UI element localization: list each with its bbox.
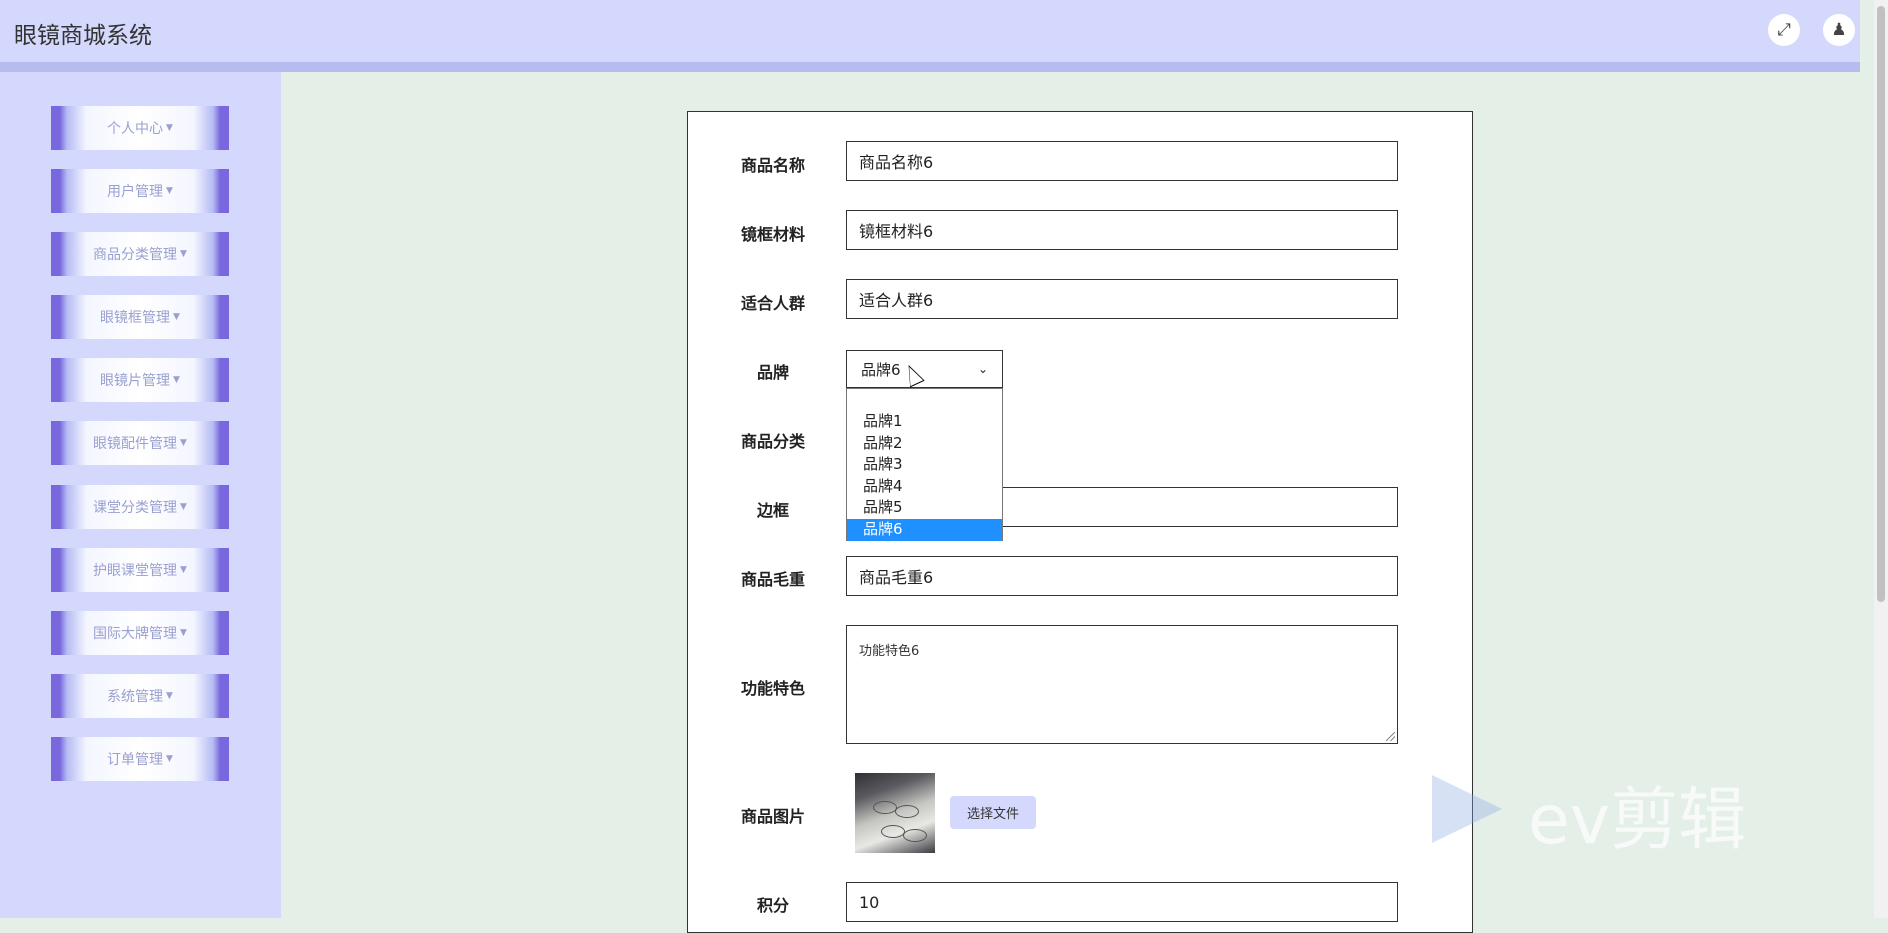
- brand-option-selected[interactable]: 品牌6: [847, 518, 1002, 541]
- caret-down-icon: ▼: [180, 438, 187, 448]
- glasses-lens-shape: [873, 801, 897, 814]
- label-brand: 品牌: [756, 363, 789, 382]
- label-gross-weight: 商品毛重: [740, 570, 805, 589]
- sidebar-item-product-category[interactable]: 商品分类管理 ▼: [51, 232, 229, 276]
- caret-down-icon: ▼: [173, 312, 180, 322]
- app-title: 眼镜商城系统: [14, 23, 152, 49]
- caret-down-icon: ▼: [166, 754, 173, 764]
- brand-select[interactable]: 品牌6 ⌄: [846, 350, 1003, 388]
- caret-down-icon: ▼: [180, 565, 187, 575]
- sidebar-item-orders[interactable]: 订单管理 ▼: [51, 737, 229, 781]
- caret-down-icon: ▼: [180, 628, 187, 638]
- brand-option[interactable]: 品牌3: [847, 454, 1002, 476]
- label-product-name: 商品名称: [740, 156, 805, 175]
- sidebar-item-users[interactable]: 用户管理 ▼: [51, 169, 229, 213]
- sidebar-item-personal-center[interactable]: 个人中心 ▼: [51, 106, 229, 150]
- brand-dropdown-list[interactable]: 品牌1 品牌2 品牌3 品牌4 品牌5 品牌6: [846, 388, 1003, 541]
- caret-down-icon: ▼: [173, 375, 180, 385]
- product-name-input[interactable]: 商品名称6: [846, 141, 1398, 181]
- choose-file-button[interactable]: 选择文件: [950, 796, 1036, 829]
- glasses-lens-shape: [895, 805, 919, 818]
- label-border: 边框: [756, 501, 789, 520]
- label-audience: 适合人群: [740, 294, 805, 313]
- watermark-text: ev剪辑: [1528, 781, 1747, 860]
- gross-weight-input[interactable]: 商品毛重6: [846, 556, 1398, 596]
- sidebar-item-international-brands[interactable]: 国际大牌管理 ▼: [51, 611, 229, 655]
- sidebar-item-eye-care-class[interactable]: 护眼课堂管理 ▼: [51, 548, 229, 592]
- brand-option[interactable]: 品牌4: [847, 476, 1002, 498]
- sidebar-item-lenses[interactable]: 眼镜片管理 ▼: [51, 358, 229, 402]
- page-scrollbar[interactable]: [1874, 0, 1888, 918]
- caret-down-icon: ▼: [166, 691, 173, 701]
- features-textarea[interactable]: 功能特色6: [846, 625, 1398, 744]
- resize-handle[interactable]: [1386, 732, 1395, 741]
- watermark-play-icon: [1432, 775, 1502, 843]
- label-points: 积分: [756, 896, 789, 915]
- label-features: 功能特色: [740, 679, 805, 698]
- label-frame-material: 镜框材料: [740, 225, 805, 244]
- sidebar-item-class-category[interactable]: 课堂分类管理 ▼: [51, 485, 229, 529]
- expand-icon[interactable]: ⤢: [1768, 14, 1800, 46]
- points-input[interactable]: 10: [846, 882, 1398, 922]
- brand-option[interactable]: 品牌2: [847, 433, 1002, 455]
- caret-down-icon: ▼: [180, 502, 187, 512]
- caret-down-icon: ▼: [166, 123, 173, 133]
- scrollbar-thumb[interactable]: [1877, 6, 1885, 602]
- label-category: 商品分类: [740, 432, 805, 451]
- product-image-thumbnail: [855, 773, 935, 853]
- caret-down-icon: ▼: [166, 186, 173, 196]
- glasses-lens-shape: [903, 829, 927, 842]
- brand-option[interactable]: 品牌5: [847, 497, 1002, 519]
- chevron-down-icon: ⌄: [977, 362, 988, 376]
- sidebar-item-accessories[interactable]: 眼镜配件管理 ▼: [51, 421, 229, 465]
- sidebar-item-frames[interactable]: 眼镜框管理 ▼: [51, 295, 229, 339]
- top-bar: 眼镜商城系统: [0, 0, 1860, 72]
- caret-down-icon: ▼: [180, 249, 187, 259]
- user-icon[interactable]: ♟: [1823, 14, 1855, 46]
- frame-material-input[interactable]: 镜框材料6: [846, 210, 1398, 250]
- brand-option[interactable]: 品牌1: [847, 411, 1002, 433]
- glasses-lens-shape: [881, 825, 905, 838]
- audience-input[interactable]: 适合人群6: [846, 279, 1398, 319]
- label-product-image: 商品图片: [740, 807, 805, 826]
- sidebar-item-system[interactable]: 系统管理 ▼: [51, 674, 229, 718]
